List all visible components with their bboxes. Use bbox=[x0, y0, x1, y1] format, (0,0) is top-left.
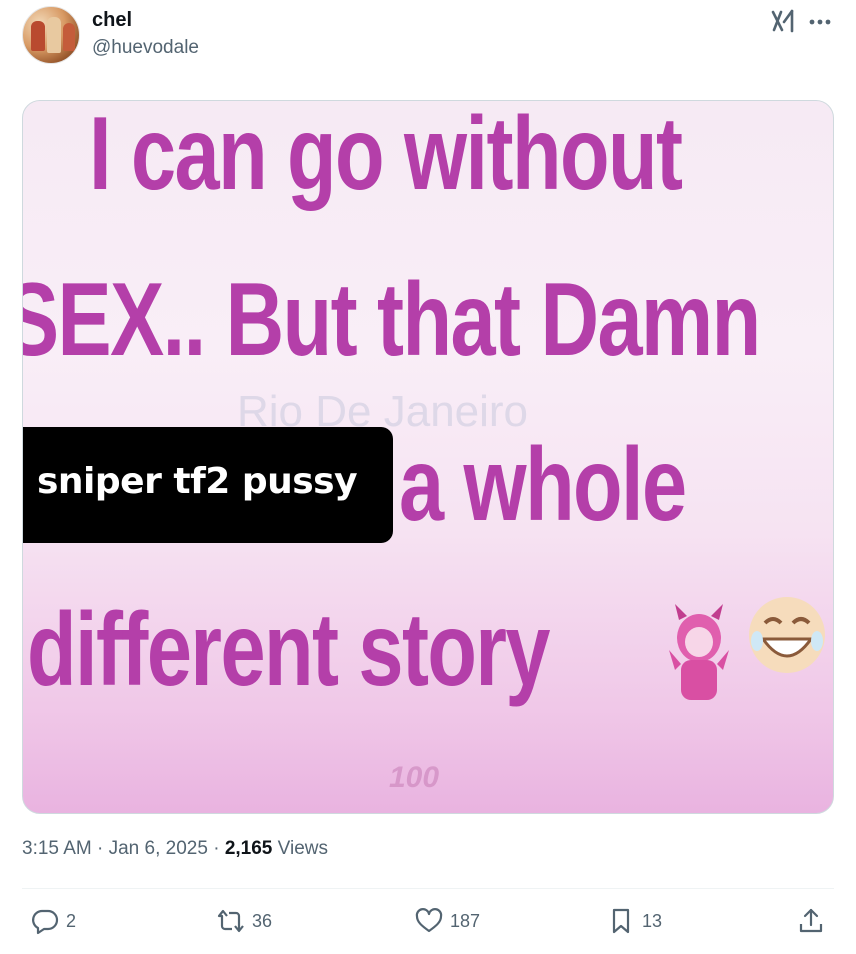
tweet-date[interactable]: Jan 6, 2025 bbox=[109, 838, 208, 859]
like-icon bbox=[415, 908, 443, 933]
grok-icon[interactable] bbox=[770, 8, 796, 34]
avatar-figure bbox=[31, 21, 45, 51]
action-bar: 2 36 187 13 bbox=[22, 900, 834, 946]
caption-text: sniper tf2 pussy bbox=[37, 461, 358, 502]
meta-separator: · bbox=[97, 838, 104, 859]
views-label: Views bbox=[277, 838, 328, 859]
like-button[interactable]: 187 bbox=[414, 906, 480, 936]
bookmark-button[interactable]: 13 bbox=[606, 906, 662, 936]
user-handle[interactable]: @huevodale bbox=[92, 37, 199, 59]
divider bbox=[22, 888, 834, 889]
reply-button[interactable]: 2 bbox=[30, 906, 76, 936]
laughing-emoji-icon bbox=[749, 597, 825, 673]
meme-text-line: I can go without bbox=[89, 100, 683, 212]
repost-count: 36 bbox=[252, 910, 273, 931]
display-name[interactable]: chel bbox=[92, 9, 132, 32]
meme-text-line: different story bbox=[27, 592, 551, 708]
meme-text-line: a whole bbox=[399, 427, 687, 543]
meta-separator: · bbox=[213, 838, 220, 859]
tweet-time[interactable]: 3:15 AM bbox=[22, 838, 92, 859]
avatar-figure bbox=[47, 17, 61, 53]
repost-button[interactable]: 36 bbox=[216, 906, 272, 936]
avatar-figure bbox=[63, 23, 75, 51]
share-icon bbox=[799, 908, 823, 933]
like-count: 187 bbox=[450, 910, 481, 931]
devil-emoji-icon bbox=[669, 604, 729, 700]
hundred-emoji-text: 100 bbox=[389, 761, 440, 794]
tweet-header: chel @huevodale bbox=[22, 6, 834, 66]
reply-count: 2 bbox=[66, 910, 77, 931]
share-button[interactable] bbox=[796, 906, 826, 936]
repost-icon bbox=[217, 909, 244, 933]
bookmark-count: 13 bbox=[642, 910, 663, 931]
bookmark-icon bbox=[612, 908, 630, 934]
meme-text-line: SEX.. But that Damn bbox=[22, 262, 761, 378]
views-count[interactable]: 2,165 bbox=[225, 838, 273, 859]
reply-icon bbox=[32, 909, 59, 935]
tweet-media-image[interactable]: I can go without SEX.. But that Damn Rio… bbox=[22, 100, 834, 814]
more-icon[interactable] bbox=[806, 8, 834, 34]
caption-overlay: sniper tf2 pussy bbox=[23, 427, 393, 543]
tweet-metadata: 3:15 AM · Jan 6, 2025 · 2,165 Views bbox=[22, 838, 328, 860]
avatar[interactable] bbox=[22, 6, 80, 64]
